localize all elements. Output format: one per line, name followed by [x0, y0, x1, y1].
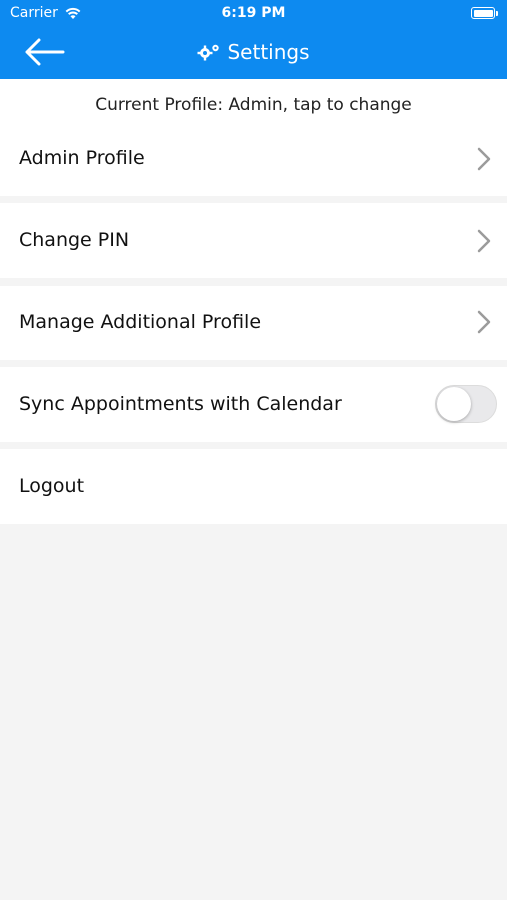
toggle-knob [437, 387, 471, 421]
sync-calendar-row: Sync Appointments with Calendar [0, 367, 507, 442]
chevron-right-icon [477, 147, 491, 171]
chevron-right-icon [477, 310, 491, 334]
change-pin-row[interactable]: Change PIN [0, 203, 507, 278]
admin-profile-row[interactable]: Admin Profile [0, 117, 507, 196]
battery-fill [473, 9, 493, 17]
top-bar: Carrier 6:19 PM Settings [0, 0, 507, 79]
row-label: Manage Additional Profile [19, 311, 262, 333]
row-label: Admin Profile [19, 147, 145, 169]
current-profile-banner[interactable]: Current Profile: Admin, tap to change [0, 79, 507, 117]
status-bar: Carrier 6:19 PM [0, 0, 507, 28]
page-title: Settings [0, 40, 507, 64]
battery-icon [471, 7, 498, 19]
status-time: 6:19 PM [221, 5, 286, 21]
nav-bar: Settings [0, 28, 507, 79]
sync-calendar-toggle[interactable] [435, 385, 497, 423]
gears-icon [197, 44, 220, 61]
row-label: Logout [19, 475, 85, 497]
page-title-text: Settings [227, 40, 310, 64]
row-label: Change PIN [19, 229, 130, 251]
row-label: Sync Appointments with Calendar [19, 393, 342, 415]
logout-row[interactable]: Logout [0, 449, 507, 524]
manage-additional-profile-row[interactable]: Manage Additional Profile [0, 286, 507, 360]
chevron-right-icon [477, 229, 491, 253]
